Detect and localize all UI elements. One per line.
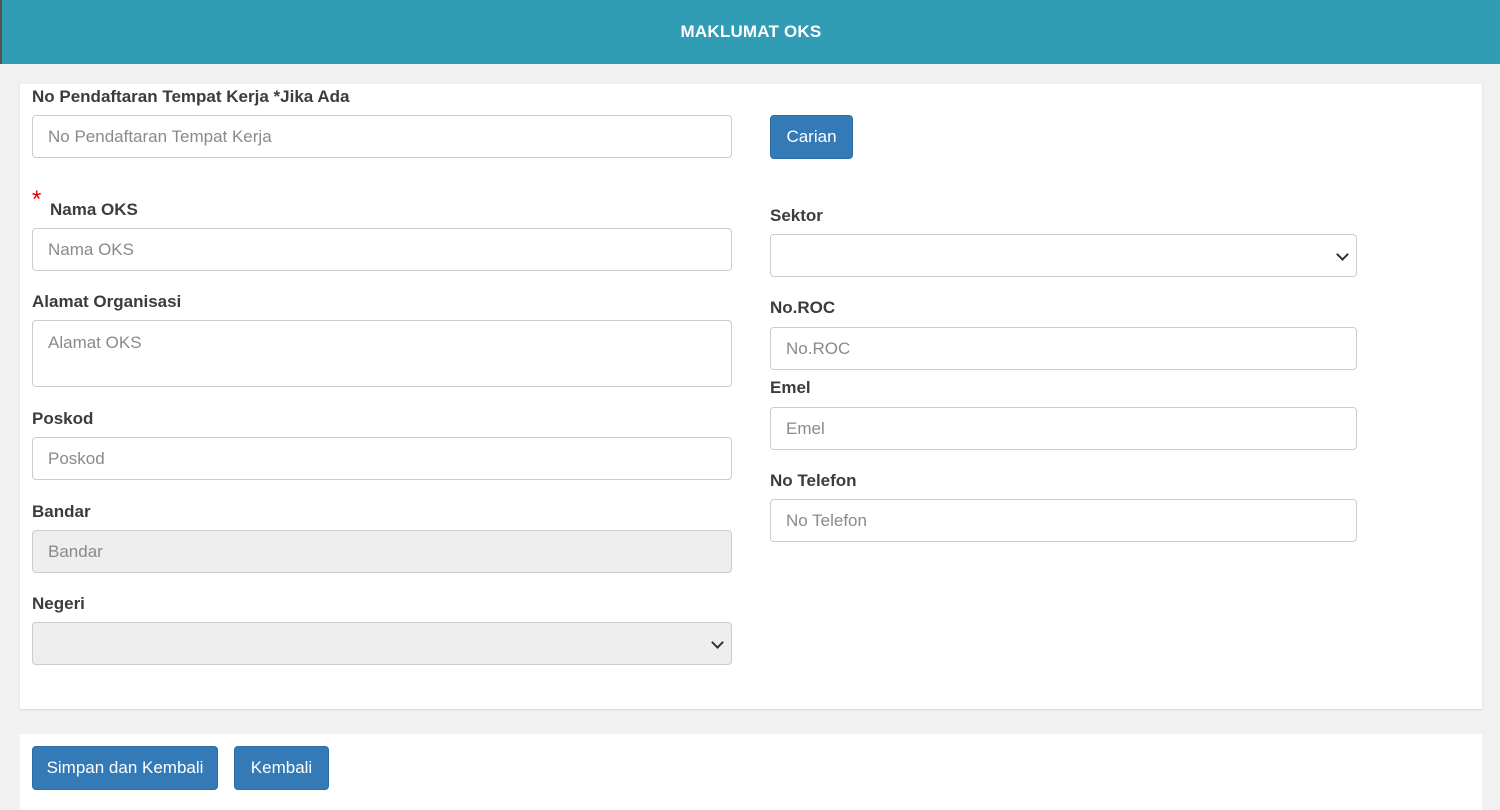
emel-input[interactable] (770, 407, 1357, 450)
no-telefon-label: No Telefon (770, 471, 857, 490)
chevron-down-icon (1336, 248, 1349, 261)
alamat-label: Alamat Organisasi (32, 292, 182, 311)
poskod-input[interactable] (32, 437, 732, 480)
sektor-label: Sektor (770, 206, 823, 225)
page-header: MAKLUMAT OKS (0, 0, 1500, 64)
negeri-label: Negeri (32, 594, 85, 613)
action-bar: Simpan dan Kembali Kembali (20, 734, 1482, 810)
emel-label: Emel (770, 378, 811, 397)
nama-oks-label: Nama OKS (50, 200, 138, 219)
no-pendaftaran-input[interactable] (32, 115, 732, 158)
no-pendaftaran-label: No Pendaftaran Tempat Kerja *Jika Ada (32, 87, 350, 106)
bandar-input (32, 530, 732, 573)
page-title: MAKLUMAT OKS (680, 22, 822, 41)
poskod-label: Poskod (32, 409, 94, 428)
alamat-textarea[interactable] (32, 320, 732, 387)
no-telefon-input[interactable] (770, 499, 1357, 542)
no-roc-input[interactable] (770, 327, 1357, 370)
form-panel: No Pendaftaran Tempat Kerja *Jika Ada * … (20, 84, 1482, 709)
required-marker: * (32, 186, 42, 213)
negeri-select[interactable] (32, 622, 732, 665)
nama-oks-input[interactable] (32, 228, 732, 271)
no-roc-label: No.ROC (770, 298, 836, 317)
carian-button[interactable]: Carian (770, 115, 853, 159)
save-and-back-button[interactable]: Simpan dan Kembali (32, 746, 218, 790)
chevron-down-icon (711, 636, 724, 649)
bandar-label: Bandar (32, 502, 91, 521)
back-button[interactable]: Kembali (234, 746, 329, 790)
sektor-select[interactable] (770, 234, 1357, 277)
